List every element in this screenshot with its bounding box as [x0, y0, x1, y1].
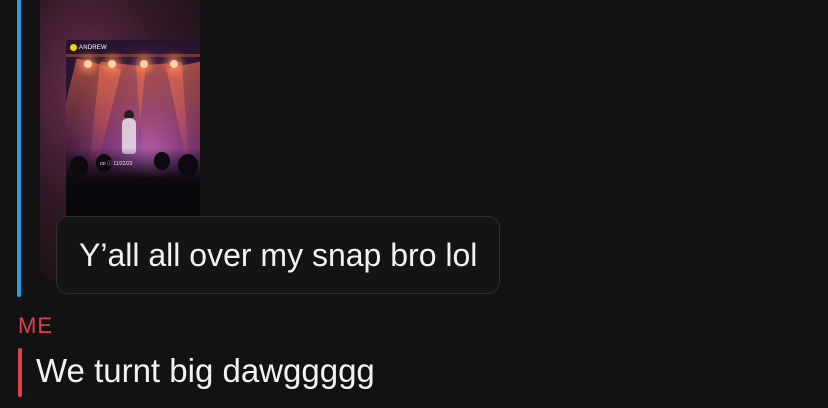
story-caption: on ⓘ 11/22/23 [100, 161, 133, 167]
me-message-text[interactable]: We turnt big dawggggg [36, 352, 375, 390]
snap-ghost-icon [70, 44, 77, 51]
me-sender-label: ME [18, 313, 53, 338]
stage-light [84, 60, 92, 68]
story-username-text: ANDREW [79, 44, 107, 51]
stage-truss [66, 54, 200, 57]
story-media-frame: ANDREW on ⓘ 11/22/23 [66, 40, 200, 216]
stage-light [140, 60, 148, 68]
reply-text: Y’all all over my snap bro lol [79, 236, 478, 273]
reply-bubble[interactable]: Y’all all over my snap bro lol [56, 216, 501, 294]
incoming-thread-bar [17, 0, 21, 297]
crowd-head [154, 152, 170, 170]
me-thread-bar [18, 348, 22, 397]
crowd-head [70, 156, 88, 176]
story-username: ANDREW [70, 44, 107, 51]
stage-light [108, 60, 116, 68]
stage-light [170, 60, 178, 68]
chat-screen: ANDREW on ⓘ 11/22/23 Y’all all over my s… [0, 0, 828, 408]
crowd-head [178, 154, 198, 176]
